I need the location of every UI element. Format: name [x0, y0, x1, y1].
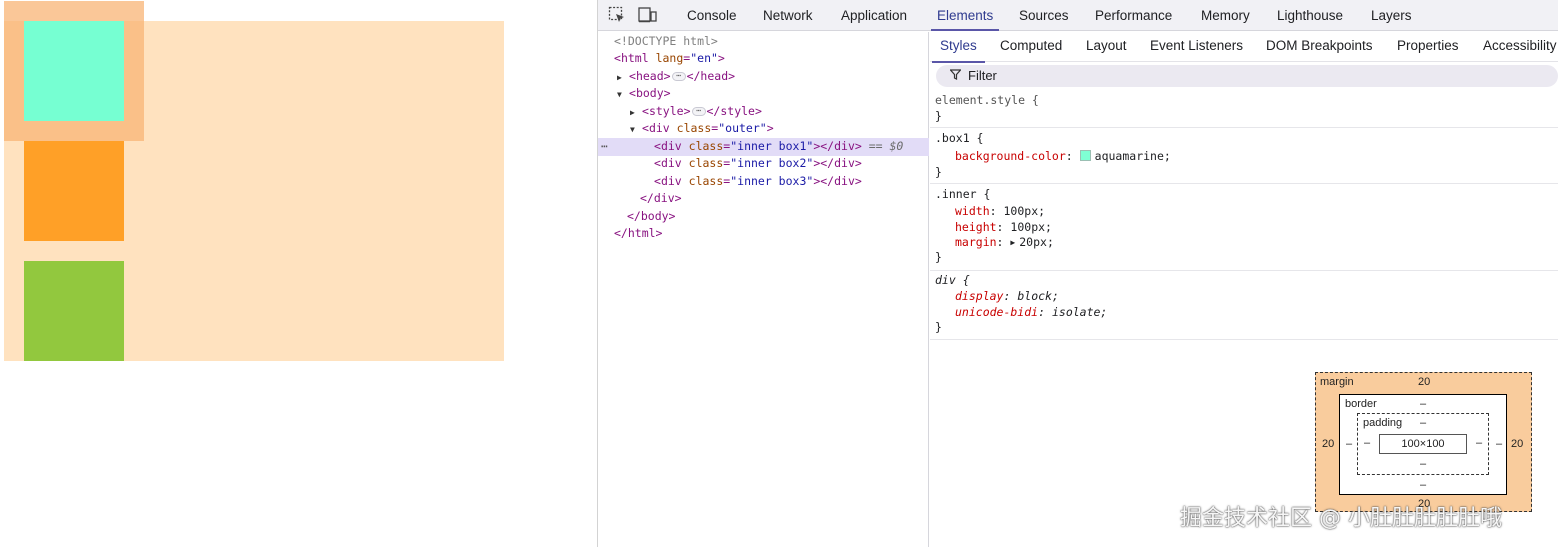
- rule-element-style[interactable]: element.style { }: [930, 90, 1558, 128]
- rule-inner[interactable]: .inner { width: 100px; height: 100px; ma…: [930, 185, 1558, 271]
- tab-lighthouse[interactable]: Lighthouse: [1277, 0, 1343, 31]
- border-right-value[interactable]: –: [1496, 438, 1502, 450]
- box-model-margin[interactable]: margin 20 20 20 20 border – – – – paddin…: [1315, 372, 1532, 512]
- inner-box3: [24, 261, 124, 361]
- inner-box2: [24, 141, 124, 241]
- dom-doctype[interactable]: <!DOCTYPE html>: [598, 33, 929, 51]
- rule-box1[interactable]: .box1 { background-color: aquamarine; }: [930, 129, 1558, 184]
- tab-sources[interactable]: Sources: [1019, 0, 1069, 31]
- rule-selector: div {: [935, 273, 970, 287]
- padding-left-value[interactable]: –: [1364, 437, 1370, 449]
- expand-arrow-icon[interactable]: ▶: [630, 104, 642, 122]
- rule-div-user-agent[interactable]: div { display: block; unicode-bidi: isol…: [930, 272, 1558, 340]
- expand-arrow-icon[interactable]: ▶: [617, 69, 629, 87]
- dom-box3-node[interactable]: <div class="inner box3"></div>: [598, 173, 929, 191]
- declaration-unicode-bidi[interactable]: unicode-bidi: isolate;: [955, 304, 1107, 320]
- inspect-element-icon[interactable]: [608, 6, 626, 24]
- ellipsis-icon[interactable]: ⋯: [691, 107, 706, 116]
- margin-left-value[interactable]: 20: [1322, 438, 1334, 450]
- padding-right-value[interactable]: –: [1476, 437, 1482, 449]
- rule-selector: element.style {: [935, 93, 1039, 107]
- box-model-border[interactable]: border – – – – padding – – – – 100×100: [1339, 394, 1507, 495]
- collapse-arrow-icon[interactable]: ▼: [617, 86, 629, 104]
- device-toolbar-icon[interactable]: [638, 6, 657, 24]
- tab-layers[interactable]: Layers: [1371, 0, 1412, 31]
- subtab-properties[interactable]: Properties: [1397, 32, 1459, 62]
- subtab-styles[interactable]: Styles: [932, 32, 985, 63]
- rule-close-brace: }: [935, 250, 942, 264]
- color-swatch-icon[interactable]: [1079, 150, 1091, 161]
- declaration-width[interactable]: width: 100px;: [955, 203, 1045, 219]
- dom-box1-node[interactable]: ⋯ <div class="inner box1"></div> == $0: [598, 138, 929, 156]
- dom-body-node[interactable]: ▼ <body>: [598, 85, 929, 103]
- dom-outer-div-node[interactable]: ▼ <div class="outer">: [598, 120, 929, 138]
- padding-bottom-value[interactable]: –: [1420, 458, 1426, 470]
- dom-style-node[interactable]: ▶ <style> ⋯ </style>: [598, 103, 929, 121]
- more-options-icon[interactable]: ⋯: [601, 138, 608, 156]
- subtab-layout[interactable]: Layout: [1086, 32, 1127, 62]
- inspect-content-highlight: [24, 21, 124, 121]
- declaration-display[interactable]: display: block;: [955, 288, 1059, 304]
- dom-html-node[interactable]: <html lang="en">: [598, 50, 929, 68]
- declaration-height[interactable]: height: 100px;: [955, 219, 1052, 235]
- border-bottom-value[interactable]: –: [1420, 479, 1426, 491]
- page-viewport: [0, 0, 597, 547]
- declaration-background-color[interactable]: background-color: aquamarine;: [955, 148, 1171, 164]
- rule-selector: .box1 {: [935, 131, 984, 145]
- devtools-toolbar: Console Network Application Elements Sou…: [598, 0, 1558, 31]
- dom-head-node[interactable]: ▶ <head> ⋯ </head>: [598, 68, 929, 86]
- tab-application[interactable]: Application: [841, 0, 907, 31]
- tab-performance[interactable]: Performance: [1095, 0, 1172, 31]
- margin-right-value[interactable]: 20: [1511, 438, 1523, 450]
- tab-elements[interactable]: Elements: [930, 0, 1000, 31]
- margin-label: margin: [1320, 376, 1354, 388]
- styles-filter-input[interactable]: Filter: [936, 65, 1558, 87]
- border-left-value[interactable]: –: [1346, 438, 1352, 450]
- subtab-event-listeners[interactable]: Event Listeners: [1150, 32, 1243, 62]
- tab-console[interactable]: Console: [687, 0, 737, 31]
- box-model-padding[interactable]: padding – – – – 100×100: [1357, 413, 1489, 475]
- styles-subtabs: Styles Computed Layout Event Listeners D…: [930, 32, 1558, 63]
- subtab-accessibility[interactable]: Accessibility: [1483, 32, 1557, 62]
- watermark: 掘金技术社区 @ 小肚肚肚肚肚哦: [1180, 506, 1502, 531]
- filter-icon: [949, 65, 964, 87]
- rule-close-brace: }: [935, 165, 942, 179]
- rule-close-brace: }: [935, 320, 942, 334]
- border-top-value[interactable]: –: [1420, 398, 1426, 410]
- expand-arrow-icon[interactable]: ▶: [1010, 235, 1015, 251]
- subtab-dom-breakpoints[interactable]: DOM Breakpoints: [1266, 32, 1373, 62]
- dom-tree: <!DOCTYPE html> <html lang="en"> ▶ <head>…: [598, 32, 929, 547]
- margin-top-value[interactable]: 20: [1418, 376, 1430, 388]
- padding-top-value[interactable]: –: [1420, 417, 1426, 429]
- collapse-arrow-icon[interactable]: ▼: [630, 121, 642, 139]
- tab-memory[interactable]: Memory: [1201, 0, 1250, 31]
- padding-label: padding: [1363, 417, 1403, 429]
- dom-box2-node[interactable]: <div class="inner box2"></div>: [598, 155, 929, 173]
- subtab-computed[interactable]: Computed: [1000, 32, 1062, 62]
- border-label: border: [1345, 398, 1377, 410]
- declaration-margin[interactable]: margin: ▶ 20px;: [955, 234, 1054, 250]
- ellipsis-icon[interactable]: ⋯: [671, 72, 686, 81]
- dom-html-close[interactable]: </html>: [598, 225, 929, 243]
- dom-body-close[interactable]: </body>: [598, 208, 929, 226]
- tab-network[interactable]: Network: [763, 0, 813, 31]
- box-model-content-size[interactable]: 100×100: [1379, 434, 1467, 454]
- rule-selector: .inner {: [935, 187, 991, 201]
- rule-close-brace: }: [935, 109, 942, 123]
- dom-outer-close[interactable]: </div>: [598, 190, 929, 208]
- devtools-panel: Console Network Application Elements Sou…: [597, 0, 1558, 547]
